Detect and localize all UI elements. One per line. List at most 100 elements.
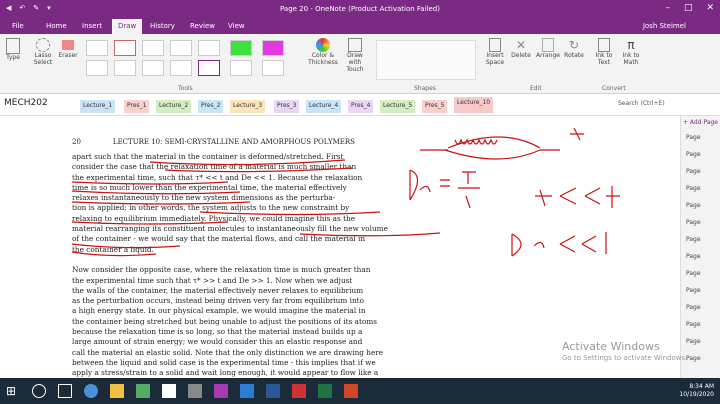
add-page-button[interactable]: + Add Page (683, 119, 718, 126)
word-icon[interactable] (266, 384, 280, 398)
pen-black-5[interactable] (142, 60, 164, 76)
page-list-item[interactable]: Page (686, 287, 701, 294)
maximize-button[interactable]: □ (684, 3, 693, 13)
close-button[interactable]: ✕ (706, 3, 714, 13)
arrange-button[interactable]: Arrange (534, 38, 562, 59)
section-lecture-4[interactable]: Lecture_4 (306, 100, 342, 113)
page-list-item[interactable]: Page (686, 219, 701, 226)
section-pres-5[interactable]: Pres_5 (422, 100, 448, 113)
chrome-icon[interactable] (162, 384, 176, 398)
pdf-line: of the container - we would say that the… (72, 234, 366, 244)
tab-history[interactable]: History (150, 22, 175, 30)
ink-to-math-button[interactable]: π Ink to Math (618, 38, 644, 66)
pdf-line: apply a stress/strain to a solid and wai… (72, 368, 379, 378)
page-list-item[interactable]: Page (686, 321, 701, 328)
notebook-bar: MECH202 Lecture_1 Pres_1 Lecture_2 Pres_… (0, 95, 720, 116)
section-lecture-5[interactable]: Lecture_5 (380, 100, 416, 113)
page-list-item[interactable]: Page (686, 270, 701, 277)
tab-draw[interactable]: Draw (112, 19, 143, 34)
page-list-item[interactable]: Page (686, 253, 701, 260)
pdf-line: consider the case that the relaxation ti… (72, 162, 357, 172)
outlook-icon[interactable] (240, 384, 254, 398)
activate-windows-title: Activate Windows (562, 340, 660, 353)
pdf-line: the experimental time, such that τ* << t… (72, 172, 363, 182)
pen-red-1[interactable] (114, 40, 136, 56)
pen-orange[interactable] (114, 60, 136, 76)
pdf-line: the container being stretched but being … (72, 316, 377, 326)
windows-start-icon[interactable]: ⊞ (6, 384, 20, 398)
minimize-button[interactable]: – (665, 3, 670, 13)
search-icon[interactable] (32, 384, 46, 398)
pdf-line: the experimental time such that τ* >> t … (72, 275, 353, 285)
section-lecture-10[interactable]: Lecture_10 (454, 97, 494, 113)
pen-black-2[interactable] (142, 40, 164, 56)
section-pres-4[interactable]: Pres_4 (348, 100, 374, 113)
section-lecture-2[interactable]: Lecture_2 (156, 100, 192, 113)
shapes-group-label: Shapes (414, 85, 436, 92)
pen-blue[interactable] (86, 60, 108, 76)
pen-purple[interactable] (198, 60, 220, 76)
page-list-item[interactable]: Page (686, 338, 701, 345)
pdf-line: the walls of the container, the material… (72, 285, 364, 295)
tab-review[interactable]: Review (190, 22, 215, 30)
edge-icon[interactable] (84, 384, 98, 398)
delete-button[interactable]: ✕ Delete (510, 38, 532, 59)
file-explorer-icon[interactable] (110, 384, 124, 398)
page-list-item[interactable]: Page (686, 355, 701, 362)
color-thickness-button[interactable]: Color & Thickness (306, 38, 340, 66)
pdf-body-text: apart such that the material in the cont… (72, 152, 460, 379)
page-list-item[interactable]: Page (686, 202, 701, 209)
onenote-icon[interactable] (214, 384, 228, 398)
page-list-item[interactable]: Page (686, 134, 701, 141)
tab-home[interactable]: Home (46, 22, 67, 30)
pdf-line: relaxing to equilibrium immediately. Phy… (72, 213, 356, 223)
highlighter-green[interactable] (230, 40, 252, 56)
activate-windows-subtitle: Go to Settings to activate Windows. (562, 354, 688, 362)
pdf-line: apart such that the material in the cont… (72, 152, 344, 161)
rotate-button[interactable]: ↻ Rotate (562, 38, 586, 59)
insert-space-button[interactable]: Insert Space (484, 38, 506, 66)
pdf-icon[interactable] (292, 384, 306, 398)
tab-view[interactable]: View (228, 22, 245, 30)
edit-group-label: Edit (530, 85, 542, 92)
page-list-item[interactable]: Page (686, 168, 701, 175)
lasso-select-button[interactable]: Lasso Select (30, 38, 56, 66)
page-list-item[interactable]: Page (686, 151, 701, 158)
pdf-line: time is so much lower than the experimen… (72, 182, 347, 192)
search-input[interactable]: Search (Ctrl+E) (618, 100, 714, 111)
tab-file[interactable]: File (12, 22, 24, 30)
section-pres-1[interactable]: Pres_1 (124, 100, 150, 113)
convert-group-label: Convert (602, 85, 626, 92)
section-lecture-1[interactable]: Lecture_1 (80, 100, 116, 113)
page-list-item[interactable]: Page (686, 185, 701, 192)
pen-black-3[interactable] (170, 40, 192, 56)
excel-icon[interactable] (318, 384, 332, 398)
pen-black-7[interactable] (230, 60, 252, 76)
highlighter-magenta[interactable] (262, 40, 284, 56)
taskbar: ⊞ 8:34 AM 10/19/2020 (0, 378, 720, 404)
pdf-line (72, 255, 460, 265)
type-button[interactable]: Type (6, 38, 20, 61)
task-view-icon[interactable] (58, 384, 72, 398)
draw-with-touch-button[interactable]: Draw with Touch (340, 38, 370, 73)
pen-black-8[interactable] (262, 60, 284, 76)
eraser-button[interactable]: Eraser (58, 38, 78, 59)
pdf-line: material rearranging its constituent mol… (72, 224, 388, 234)
shapes-gallery[interactable] (376, 40, 476, 80)
pen-black-1[interactable] (86, 40, 108, 56)
notebook-name[interactable]: MECH202 (4, 98, 48, 108)
ink-to-text-button[interactable]: Ink to Text (592, 38, 616, 66)
system-tray-clock[interactable]: 8:34 AM 10/19/2020 (679, 383, 714, 399)
tab-insert[interactable]: Insert (82, 22, 102, 30)
pen-black-4[interactable] (198, 40, 220, 56)
page-list-item[interactable]: Page (686, 236, 701, 243)
store-icon[interactable] (136, 384, 150, 398)
page-list-item[interactable]: Page (686, 304, 701, 311)
tools-group-label: Tools (178, 85, 193, 92)
section-pres-2[interactable]: Pres_2 (198, 100, 224, 113)
powerpoint-icon[interactable] (344, 384, 358, 398)
mail-icon[interactable] (188, 384, 202, 398)
section-lecture-3[interactable]: Lecture_3 (230, 100, 266, 113)
pen-black-6[interactable] (170, 60, 192, 76)
section-pres-3[interactable]: Pres_3 (274, 100, 300, 113)
